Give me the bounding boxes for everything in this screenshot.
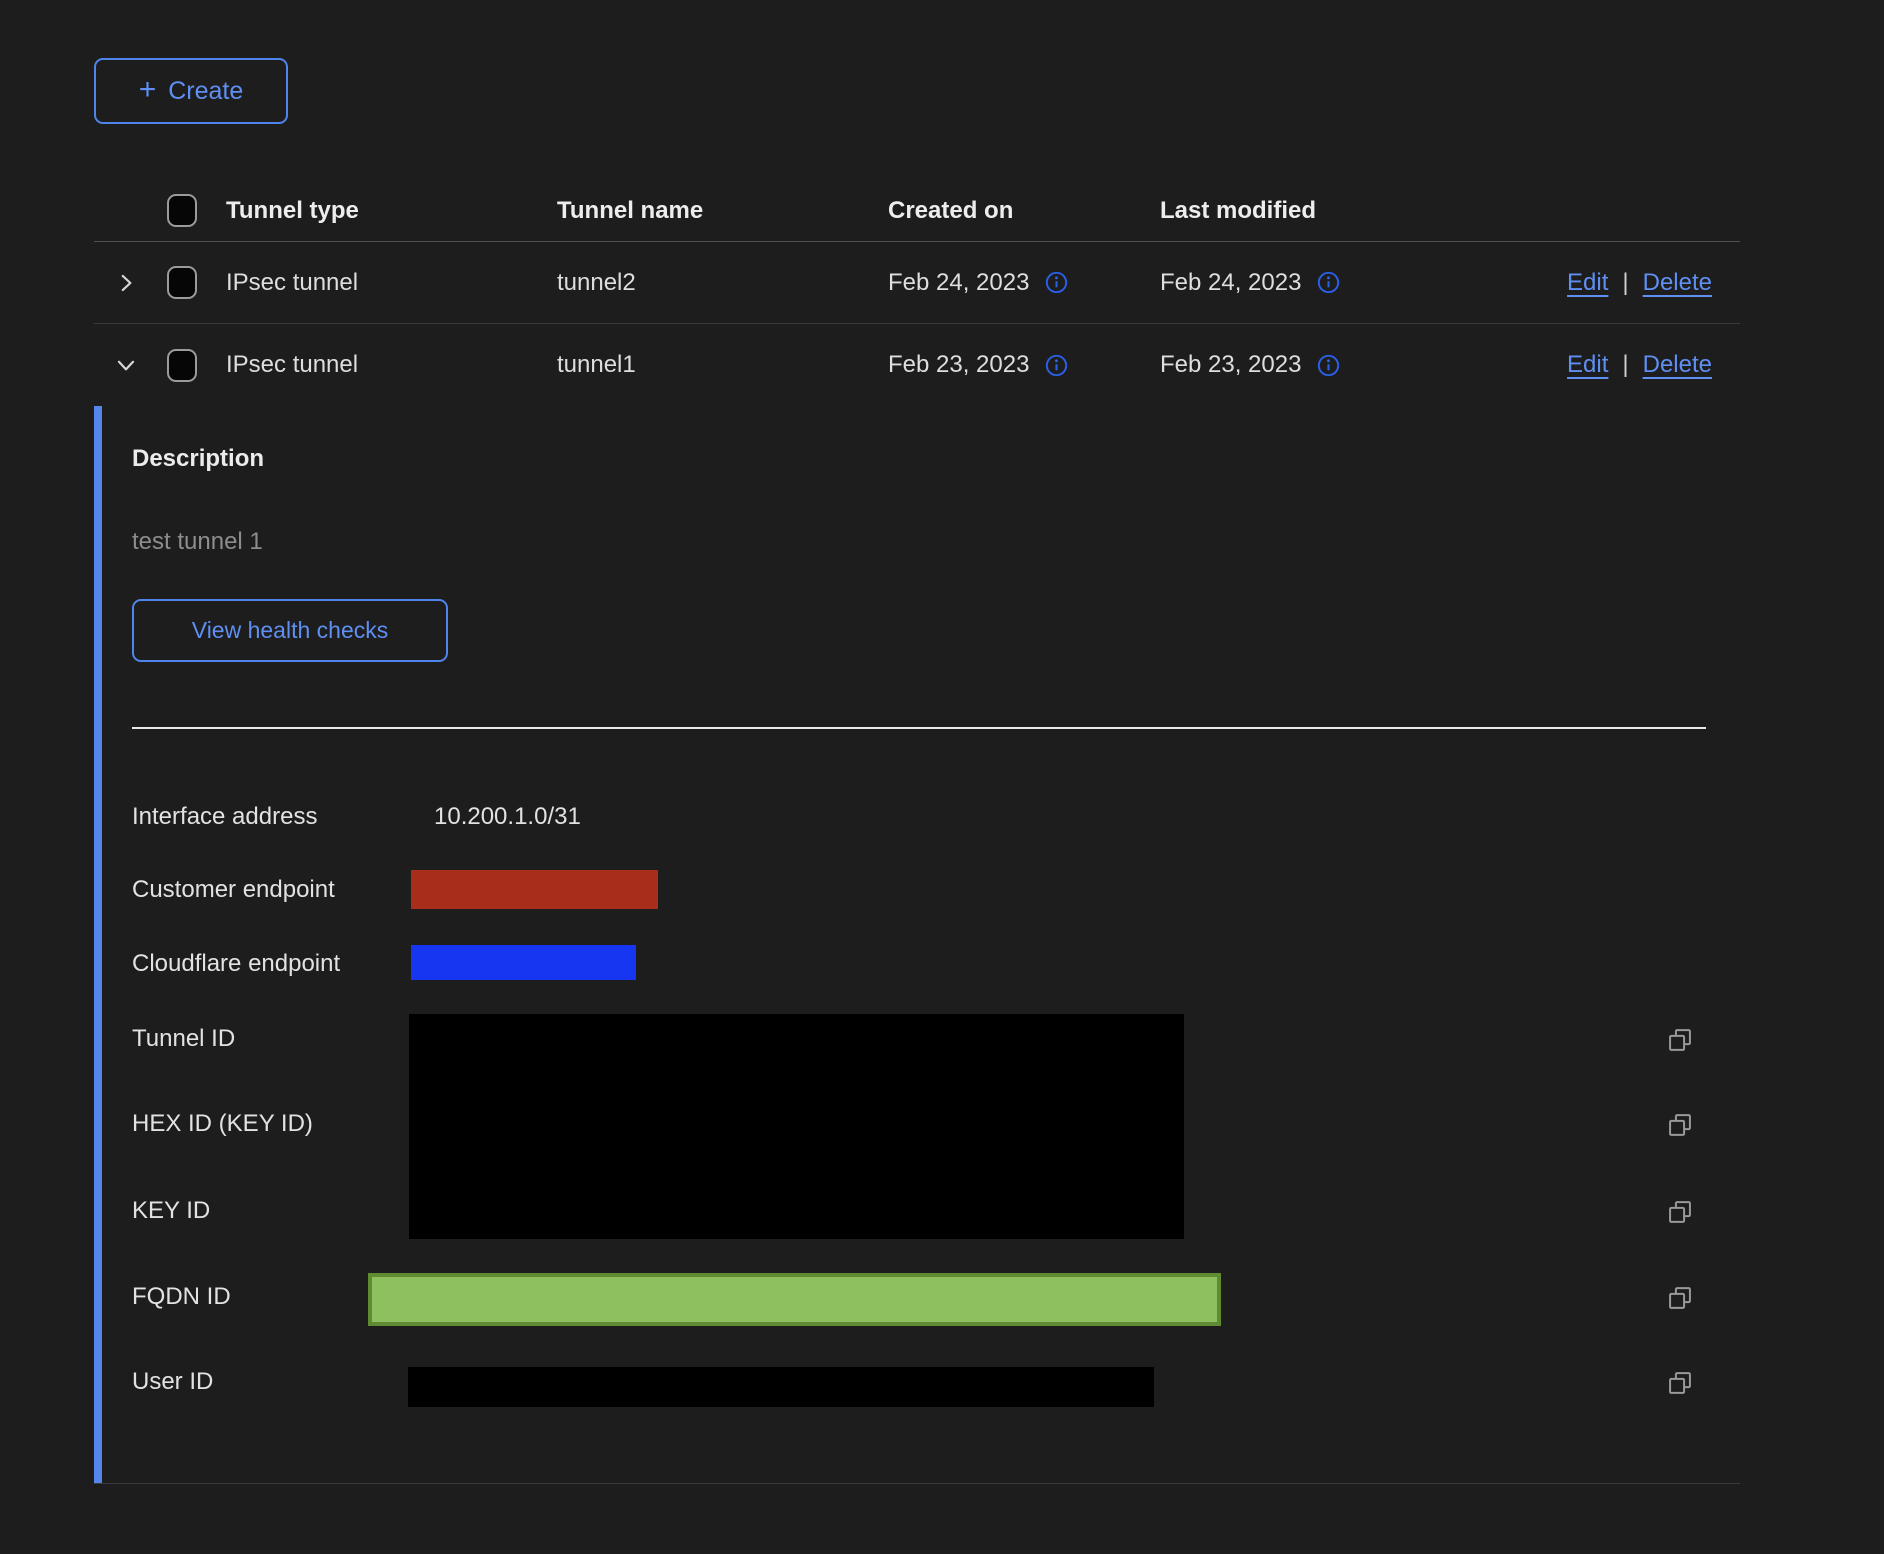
tunnels-page: + Create Tunnel type Tunnel name Created…	[0, 0, 1884, 1554]
tunnel-type-cell: IPsec tunnel	[214, 269, 545, 297]
row-checkbox[interactable]	[167, 266, 197, 299]
table-row: IPsec tunnel tunnel1 Feb 23, 2023 Feb 23…	[94, 324, 1740, 406]
panel-divider	[132, 727, 1706, 729]
collapse-row-button[interactable]	[113, 352, 139, 378]
header-tunnel-type: Tunnel type	[214, 197, 545, 225]
table-row: IPsec tunnel tunnel2 Feb 24, 2023 Feb 24…	[94, 242, 1740, 324]
delete-link[interactable]: Delete	[1643, 351, 1712, 379]
cloudflare-endpoint-label: Cloudflare endpoint	[132, 948, 340, 980]
customer-endpoint-label: Customer endpoint	[132, 874, 335, 906]
select-all-checkbox[interactable]	[167, 194, 197, 227]
tunnel-detail-panel: Description test tunnel 1 View health ch…	[94, 406, 1740, 1484]
copy-icon	[1666, 1284, 1694, 1312]
info-icon[interactable]	[1044, 353, 1069, 378]
copy-fqdn-id-button[interactable]	[1666, 1283, 1696, 1313]
create-button-label: Create	[168, 77, 243, 106]
ids-redaction-block	[409, 1014, 1184, 1239]
tunnel-type-cell: IPsec tunnel	[214, 351, 545, 379]
info-icon[interactable]	[1316, 353, 1341, 378]
copy-user-id-button[interactable]	[1666, 1368, 1696, 1398]
edit-link[interactable]: Edit	[1567, 351, 1608, 379]
tunnels-table: Tunnel type Tunnel name Created on Last …	[94, 180, 1740, 406]
header-created-on: Created on	[876, 197, 1148, 225]
row-checkbox[interactable]	[167, 349, 197, 382]
tunnel-name-cell: tunnel1	[545, 351, 876, 379]
description-value: test tunnel 1	[132, 528, 263, 556]
customer-endpoint-redaction	[411, 870, 658, 909]
created-on-value: Feb 24, 2023	[888, 269, 1029, 297]
header-tunnel-name: Tunnel name	[545, 197, 876, 225]
copy-tunnel-id-button[interactable]	[1666, 1025, 1696, 1055]
copy-key-id-button[interactable]	[1666, 1197, 1696, 1227]
table-header-row: Tunnel type Tunnel name Created on Last …	[94, 180, 1740, 242]
copy-icon	[1666, 1026, 1694, 1054]
action-separator: |	[1622, 351, 1628, 379]
created-on-value: Feb 23, 2023	[888, 351, 1029, 379]
delete-link[interactable]: Delete	[1643, 269, 1712, 297]
expanded-row-indicator-bar	[94, 406, 102, 1483]
fqdn-id-label: FQDN ID	[132, 1281, 231, 1313]
tunnel-name-cell: tunnel2	[545, 269, 876, 297]
last-modified-value: Feb 23, 2023	[1160, 351, 1301, 379]
plus-icon: +	[139, 75, 157, 105]
create-button[interactable]: + Create	[94, 58, 288, 124]
last-modified-value: Feb 24, 2023	[1160, 269, 1301, 297]
key-id-label: KEY ID	[132, 1195, 210, 1227]
info-icon[interactable]	[1316, 270, 1341, 295]
expand-row-button[interactable]	[113, 270, 139, 296]
header-last-modified: Last modified	[1148, 197, 1468, 225]
user-id-label: User ID	[132, 1366, 213, 1398]
fqdn-id-redaction	[368, 1273, 1221, 1326]
copy-hex-id-button[interactable]	[1666, 1110, 1696, 1140]
tunnel-id-label: Tunnel ID	[132, 1023, 235, 1055]
edit-link[interactable]: Edit	[1567, 269, 1608, 297]
info-icon[interactable]	[1044, 270, 1069, 295]
hex-id-label: HEX ID (KEY ID)	[132, 1108, 313, 1140]
cloudflare-endpoint-redaction	[411, 945, 636, 980]
chevron-right-icon	[113, 270, 139, 296]
view-health-checks-button[interactable]: View health checks	[132, 599, 448, 662]
interface-address-label: Interface address	[132, 801, 317, 833]
copy-icon	[1666, 1111, 1694, 1139]
interface-address-value: 10.200.1.0/31	[434, 801, 581, 833]
copy-icon	[1666, 1198, 1694, 1226]
action-separator: |	[1622, 269, 1628, 297]
user-id-redaction	[408, 1367, 1154, 1407]
chevron-down-icon	[113, 352, 139, 378]
copy-icon	[1666, 1369, 1694, 1397]
description-label: Description	[132, 445, 264, 473]
